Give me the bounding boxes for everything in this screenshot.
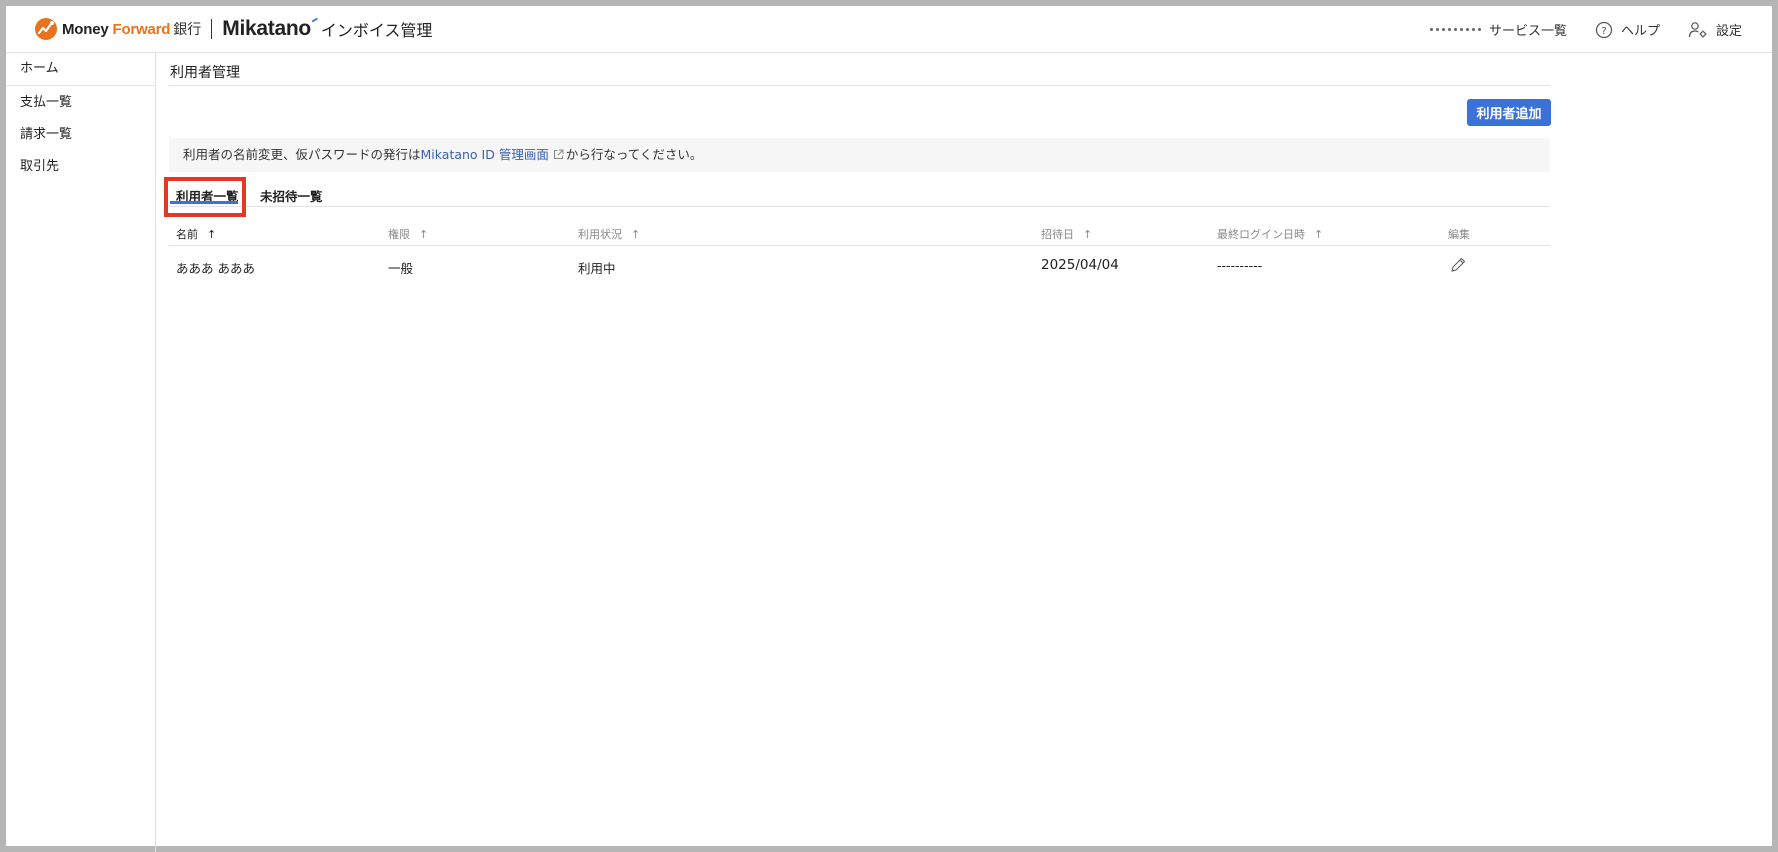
- highlight-box: [164, 177, 246, 217]
- settings-button[interactable]: 設定: [1688, 20, 1742, 39]
- arrow-up-icon: ↑: [1314, 227, 1324, 241]
- cell-status: 利用中: [578, 261, 616, 276]
- arrow-up-icon: ↑: [207, 227, 217, 241]
- cell-role: 一般: [388, 261, 414, 276]
- column-header-role[interactable]: 権限 ↑: [388, 226, 428, 242]
- tab-bar: 利用者一覧 未招待一覧: [169, 181, 1550, 207]
- column-header-edit: 編集: [1448, 228, 1470, 241]
- pencil-icon[interactable]: [1449, 256, 1467, 274]
- table-header: 名前 ↑ 権限 ↑ 利用状況 ↑ 招待日 ↑ 最終ログイン日時 ↑ 編集: [169, 221, 1550, 246]
- header-menu: サービス一覧 ? ヘルプ 設定: [1402, 20, 1742, 39]
- sidebar-item-payments[interactable]: 支払一覧: [6, 87, 155, 119]
- notice-text-before: 利用者の名前変更、仮パスワードの発行は: [183, 147, 421, 162]
- notice-text-after: から行なってください。: [565, 147, 703, 162]
- sidebar: ホーム 支払一覧 請求一覧 取引先: [6, 53, 156, 852]
- help-label: ヘルプ: [1620, 24, 1660, 39]
- brand-logo[interactable]: Money Forward 銀行 Mikatano インボイス管理: [34, 17, 432, 41]
- tab-uninvited[interactable]: 未招待一覧: [260, 186, 323, 205]
- column-header-invited[interactable]: 招待日 ↑: [1041, 226, 1092, 242]
- title-divider: [169, 85, 1550, 86]
- grid-icon: [1429, 28, 1481, 31]
- settings-label: 設定: [1715, 24, 1742, 39]
- sidebar-item-home[interactable]: ホーム: [6, 53, 155, 86]
- brand-product-name: インボイス管理: [320, 21, 433, 40]
- arrow-up-icon: ↑: [1083, 227, 1093, 241]
- arrow-up-icon: ↑: [419, 227, 429, 241]
- sidebar-item-partners[interactable]: 取引先: [6, 151, 155, 183]
- cell-name: あああ あああ: [176, 261, 255, 276]
- services-label: サービス一覧: [1488, 24, 1567, 39]
- money-forward-logo-icon: [35, 18, 57, 40]
- add-user-button[interactable]: 利用者追加: [1467, 99, 1551, 126]
- top-header: Money Forward 銀行 Mikatano インボイス管理 サービス一覧…: [6, 6, 1772, 53]
- user-gear-icon: [1688, 21, 1708, 39]
- column-header-status[interactable]: 利用状況 ↑: [578, 226, 640, 242]
- mikatano-id-admin-link[interactable]: Mikatano ID 管理画面: [421, 147, 566, 162]
- brand-money-forward: Money Forward: [62, 20, 171, 38]
- cell-last-login: ----------: [1217, 258, 1263, 273]
- main-content: 利用者管理 利用者追加 利用者の名前変更、仮パスワードの発行はMikatano …: [157, 53, 1772, 852]
- cell-invited-date: 2025/04/04: [1041, 257, 1119, 273]
- page-title: 利用者管理: [170, 65, 240, 81]
- app-window: Money Forward 銀行 Mikatano インボイス管理 サービス一覧…: [0, 0, 1778, 852]
- help-button[interactable]: ? ヘルプ: [1595, 20, 1660, 39]
- sidebar-item-invoices[interactable]: 請求一覧: [6, 119, 155, 151]
- external-link-icon: [553, 149, 564, 159]
- question-circle-icon: ?: [1595, 21, 1613, 39]
- brand-mikatano: Mikatano: [222, 17, 319, 41]
- services-menu-button[interactable]: サービス一覧: [1429, 20, 1567, 39]
- table-row: あああ あああ 一般 利用中 2025/04/04 ----------: [169, 247, 1550, 283]
- column-header-name[interactable]: 名前 ↑: [176, 226, 216, 242]
- arrow-up-icon: ↑: [631, 227, 641, 241]
- svg-text:?: ?: [1601, 26, 1606, 37]
- column-header-last-login[interactable]: 最終ログイン日時 ↑: [1217, 226, 1323, 242]
- notice-banner: 利用者の名前変更、仮パスワードの発行はMikatano ID 管理画面 から行なっ…: [169, 138, 1550, 172]
- brand-divider: [211, 19, 213, 39]
- brand-bank: 銀行: [173, 22, 202, 38]
